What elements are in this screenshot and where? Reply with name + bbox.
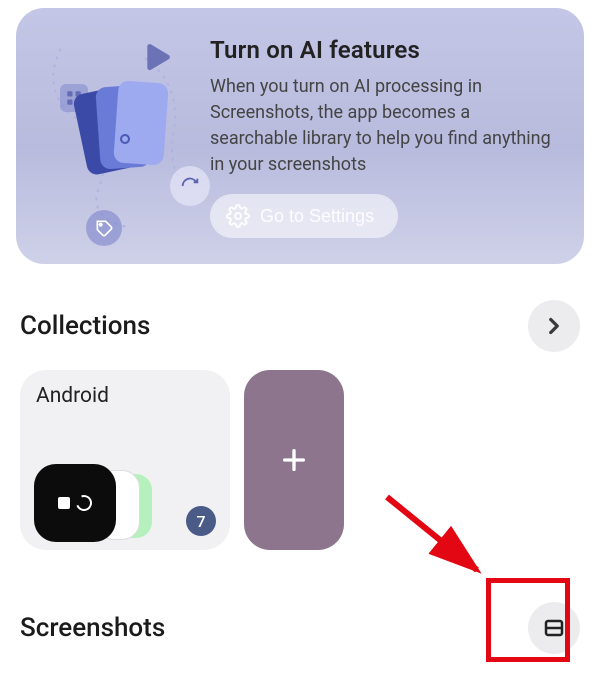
promo-text-block: Turn on AI features When you turn on AI … bbox=[210, 30, 558, 238]
collection-card-android[interactable]: Android 7 bbox=[20, 370, 230, 550]
plus-icon bbox=[278, 444, 310, 476]
list-layout-icon bbox=[542, 616, 566, 640]
collection-name: Android bbox=[36, 384, 214, 408]
promo-illustration bbox=[42, 30, 192, 238]
promo-title: Turn on AI features bbox=[210, 36, 558, 64]
refresh-icon bbox=[170, 166, 210, 206]
collections-heading: Collections bbox=[20, 311, 150, 341]
promo-body: When you turn on AI processing in Screen… bbox=[210, 74, 558, 178]
promo-cta-label: Go to Settings bbox=[260, 206, 374, 227]
layout-toggle-button[interactable] bbox=[528, 602, 580, 654]
collection-thumbnail-stack bbox=[34, 464, 154, 544]
gear-icon bbox=[226, 204, 250, 228]
play-icon bbox=[132, 36, 178, 82]
go-to-settings-button[interactable]: Go to Settings bbox=[210, 194, 398, 238]
chevron-right-icon bbox=[541, 313, 567, 339]
collections-expand-button[interactable] bbox=[528, 300, 580, 352]
ai-features-promo-card: Turn on AI features When you turn on AI … bbox=[16, 8, 584, 264]
collection-count-badge: 7 bbox=[186, 506, 216, 536]
ring-dot-decoration bbox=[120, 134, 130, 144]
collections-row: Android 7 bbox=[0, 370, 600, 550]
screenshots-header-row: Screenshots bbox=[20, 602, 580, 654]
collections-header-row: Collections bbox=[20, 300, 580, 352]
tag-icon bbox=[86, 210, 122, 246]
screenshots-heading: Screenshots bbox=[20, 613, 165, 643]
add-collection-button[interactable] bbox=[244, 370, 344, 550]
stacked-cards-decoration bbox=[80, 82, 170, 182]
